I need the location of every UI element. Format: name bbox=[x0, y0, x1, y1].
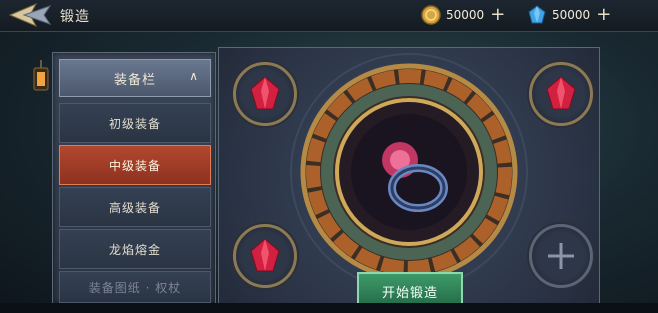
material-slot-top-left[interactable] bbox=[233, 62, 297, 126]
blue-crystal-icon bbox=[528, 5, 546, 24]
category-item-dragonflame[interactable]: 龙焰熔金 bbox=[59, 229, 211, 269]
red-gem-icon bbox=[250, 238, 280, 272]
category-item-label: 高级装备 bbox=[108, 200, 161, 215]
category-header[interactable]: 装备栏 ∧ bbox=[59, 59, 211, 97]
add-material-slot[interactable] bbox=[529, 224, 593, 288]
add-crystal-button[interactable]: + bbox=[596, 6, 611, 24]
material-slot-top-right[interactable] bbox=[529, 62, 593, 126]
red-gem-icon bbox=[546, 76, 576, 110]
crystal-resource: 50000 + bbox=[526, 4, 611, 26]
category-header-label: 装备栏 bbox=[113, 72, 156, 88]
ring-icon bbox=[382, 142, 448, 212]
back-arrow-icon bbox=[8, 2, 52, 28]
category-item-label: 龙焰熔金 bbox=[108, 242, 161, 257]
bottom-bar bbox=[0, 303, 658, 313]
category-panel: 装备栏 ∧ 初级装备 中级装备 高级装备 龙焰熔金 装备图纸 · 权杖 bbox=[52, 52, 216, 304]
material-slot-bottom-left[interactable] bbox=[233, 224, 297, 288]
back-button[interactable] bbox=[6, 2, 52, 29]
gold-amount: 50000 bbox=[446, 8, 485, 22]
chevron-up-icon: ∧ bbox=[189, 69, 198, 83]
category-item-intermediate[interactable]: 中级装备 bbox=[59, 145, 211, 185]
category-item-label: 初级装备 bbox=[108, 116, 161, 131]
gold-coin-icon bbox=[421, 5, 441, 25]
category-item-basic[interactable]: 初级装备 bbox=[59, 103, 211, 143]
top-bar: 锻造 50000 + 50000 + bbox=[0, 0, 658, 32]
add-gold-button[interactable]: + bbox=[490, 6, 505, 24]
plus-icon bbox=[548, 243, 574, 269]
gold-resource: 50000 + bbox=[420, 4, 505, 26]
category-item-label: 装备图纸 · 权杖 bbox=[88, 280, 182, 295]
forge-area bbox=[218, 47, 600, 305]
red-gem-icon bbox=[250, 76, 280, 110]
crystal-amount: 50000 bbox=[552, 8, 591, 22]
lantern-icon bbox=[33, 60, 49, 91]
category-item-advanced[interactable]: 高级装备 bbox=[59, 187, 211, 227]
category-item-label: 中级装备 bbox=[108, 158, 161, 173]
page-title: 锻造 bbox=[60, 9, 90, 25]
category-item-blueprint[interactable]: 装备图纸 · 权杖 bbox=[59, 271, 211, 303]
